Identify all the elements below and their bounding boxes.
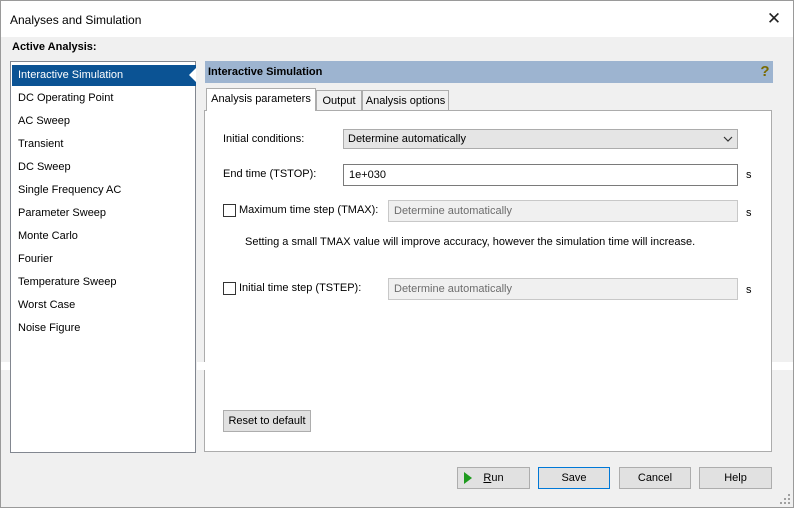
analyses-dialog: Analyses and Simulation ✕ Active Analysi… (0, 0, 794, 508)
tab-analysis-options[interactable]: Analysis options (362, 90, 449, 110)
active-analysis-heading: Active Analysis: (12, 41, 97, 53)
max-time-step-label: Maximum time step (TMAX): (239, 204, 379, 216)
end-time-input[interactable]: 1e+030 (343, 164, 738, 186)
window-title: Analyses and Simulation (10, 13, 142, 27)
reset-to-default-button[interactable]: Reset to default (223, 410, 311, 432)
initial-conditions-select[interactable]: Determine automatically (343, 129, 738, 149)
question-mark-icon[interactable]: ? (758, 63, 772, 81)
separator-right (772, 362, 793, 370)
max-time-step-unit: s (746, 207, 752, 219)
tmax-accuracy-note: Setting a small TMAX value will improve … (245, 236, 696, 248)
tab-output[interactable]: Output (316, 90, 362, 110)
tab-analysis-parameters[interactable]: Analysis parameters (206, 88, 316, 111)
close-icon[interactable]: ✕ (765, 10, 783, 28)
end-time-value: 1e+030 (349, 169, 387, 181)
analysis-item-parameter-sweep[interactable]: Parameter Sweep (12, 203, 196, 224)
resize-grip-icon[interactable] (779, 493, 791, 505)
max-time-step-value: Determine automatically (394, 205, 512, 217)
help-button[interactable]: Help (699, 467, 772, 489)
panel-title: Interactive Simulation (208, 66, 323, 78)
initial-time-step-unit: s (746, 284, 752, 296)
analysis-item-worst-case[interactable]: Worst Case (12, 295, 196, 316)
run-button[interactable]: Run (457, 467, 530, 489)
title-bar: Analyses and Simulation ✕ (1, 1, 793, 37)
max-time-step-checkbox[interactable] (223, 204, 236, 217)
analysis-item-interactive-simulation[interactable]: Interactive Simulation (12, 65, 196, 86)
analysis-list: Interactive Simulation DC Operating Poin… (10, 61, 196, 453)
analysis-item-monte-carlo[interactable]: Monte Carlo (12, 226, 196, 247)
analysis-item-noise-figure[interactable]: Noise Figure (12, 318, 196, 339)
panel-header: Interactive Simulation ? (205, 61, 773, 83)
analysis-item-ac-sweep[interactable]: AC Sweep (12, 111, 196, 132)
analysis-item-single-frequency-ac[interactable]: Single Frequency AC (12, 180, 196, 201)
initial-time-step-label: Initial time step (TSTEP): (239, 282, 362, 294)
initial-conditions-label: Initial conditions: (223, 133, 305, 145)
run-play-icon (464, 472, 472, 484)
analysis-item-dc-sweep[interactable]: DC Sweep (12, 157, 196, 178)
save-button[interactable]: Save (538, 467, 610, 489)
initial-time-step-input: Determine automatically (388, 278, 738, 300)
initial-conditions-value: Determine automatically (348, 133, 466, 145)
cancel-button[interactable]: Cancel (619, 467, 691, 489)
analysis-item-fourier[interactable]: Fourier (12, 249, 196, 270)
end-time-unit: s (746, 169, 752, 181)
analysis-item-temperature-sweep[interactable]: Temperature Sweep (12, 272, 196, 293)
run-button-label: un (491, 472, 504, 484)
analysis-item-transient[interactable]: Transient (12, 134, 196, 155)
initial-time-step-value: Determine automatically (394, 283, 512, 295)
separator-middle (197, 362, 205, 370)
separator-left (1, 362, 10, 370)
end-time-label: End time (TSTOP): (223, 168, 317, 180)
initial-time-step-checkbox[interactable] (223, 282, 236, 295)
chevron-down-icon (723, 136, 733, 142)
max-time-step-input: Determine automatically (388, 200, 738, 222)
analysis-item-dc-operating-point[interactable]: DC Operating Point (12, 88, 196, 109)
